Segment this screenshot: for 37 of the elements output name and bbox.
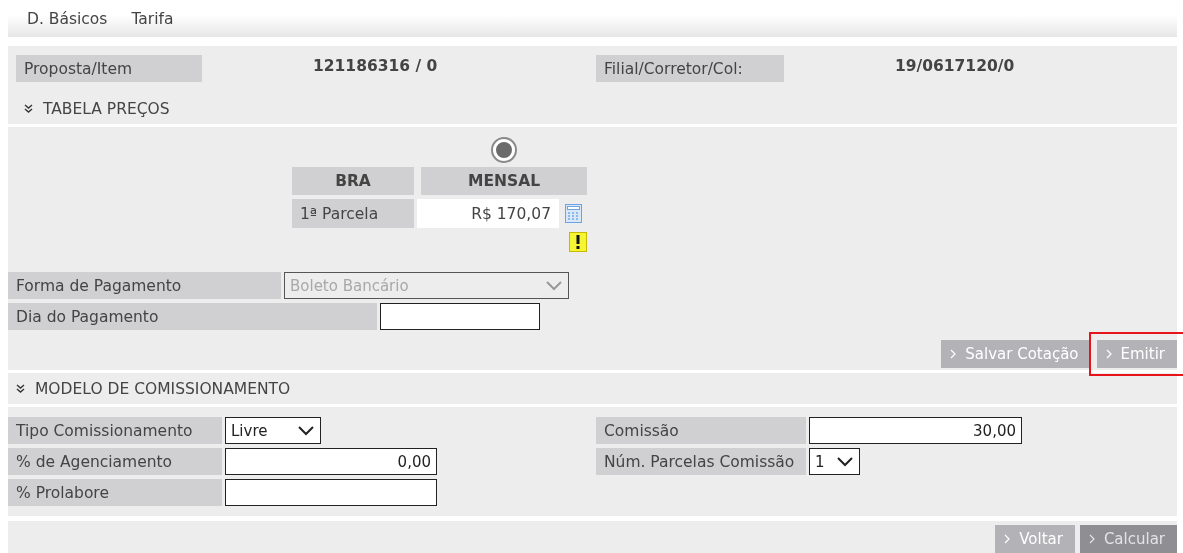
calculator-icon[interactable] — [565, 204, 582, 223]
field-value: 121186316 / 0 — [312, 56, 439, 75]
caret-icon — [297, 425, 315, 436]
tab[interactable]: Tarifa — [131, 9, 174, 28]
section-title: TABELA PREÇOS — [43, 99, 170, 118]
field-label: Núm. Parcelas Comissão — [596, 448, 806, 475]
radio-button[interactable] — [491, 137, 517, 163]
tab[interactable]: D. Básicos — [27, 9, 108, 28]
column-header: BRA — [292, 167, 414, 195]
dropdown[interactable]: 1 — [809, 448, 860, 475]
chevron-icon — [1104, 348, 1113, 360]
chevron-icon — [1003, 533, 1012, 545]
price-cell: R$ 170,07 — [417, 199, 559, 228]
field-value: 19/0617120/0 — [894, 56, 1016, 75]
chevron-icon — [949, 348, 958, 360]
field-label: Comissão — [596, 417, 806, 444]
row-label: 1ª Parcela — [292, 199, 414, 228]
caret-icon — [836, 456, 854, 467]
input-field[interactable]: 30,00 — [809, 417, 1022, 444]
dropdown[interactable]: Livre — [225, 417, 321, 444]
column-header: MENSAL — [421, 167, 587, 195]
input-field[interactable] — [225, 479, 437, 506]
double-chevron-icon[interactable] — [24, 104, 33, 113]
field-label: Forma de Pagamento — [8, 272, 281, 299]
field-label: Tipo Comissionamento — [8, 417, 222, 444]
field-label: Proposta/Item — [16, 55, 202, 82]
field-label: % de Agenciamento — [8, 448, 222, 475]
warning-icon — [569, 232, 587, 252]
field-label: Filial/Corretor/Col: — [596, 55, 784, 82]
caret-icon — [545, 280, 563, 291]
input-field[interactable]: 0,00 — [225, 448, 437, 475]
input-field[interactable] — [380, 303, 540, 330]
field-label: Dia do Pagamento — [8, 303, 377, 330]
field-label: % Prolabore — [8, 479, 222, 506]
chevron-icon — [1087, 533, 1096, 545]
double-chevron-icon[interactable] — [16, 384, 25, 393]
section-title: MODELO DE COMISSIONAMENTO — [35, 379, 291, 398]
